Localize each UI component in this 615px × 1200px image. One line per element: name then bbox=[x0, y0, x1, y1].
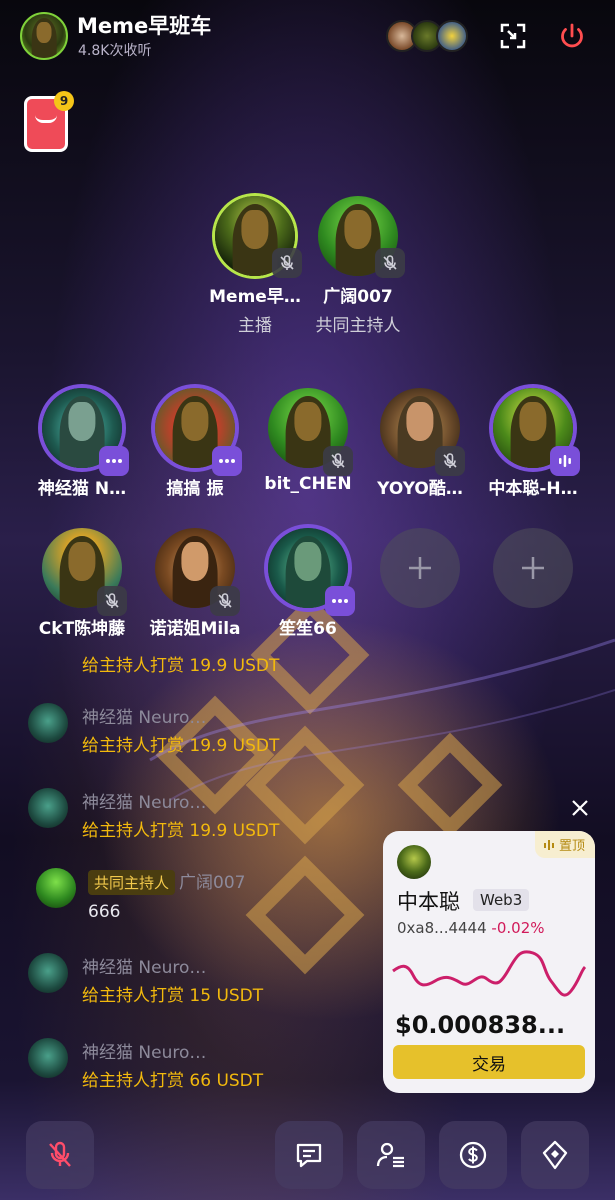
speaking-indicator-icon bbox=[550, 446, 580, 476]
user-list-icon bbox=[376, 1142, 404, 1168]
cohost-tag: 共同主持人 bbox=[88, 870, 176, 895]
avatar bbox=[28, 953, 68, 993]
close-card-button[interactable] bbox=[566, 794, 594, 822]
chat-sender: 神经猫 Neuro… bbox=[82, 793, 207, 813]
mic-off-icon bbox=[323, 446, 353, 476]
seat-name: 搞搞 振 bbox=[166, 479, 224, 499]
token-name: 中本聪 bbox=[397, 890, 460, 914]
chat-text: 给主持人打赏 19.9 USDT bbox=[82, 821, 280, 841]
minimize-button[interactable] bbox=[495, 18, 531, 54]
mic-off-icon bbox=[210, 586, 240, 616]
more-options-icon bbox=[212, 446, 242, 476]
chat-button[interactable] bbox=[275, 1121, 343, 1189]
chat-sender: 神经猫 Neuro… bbox=[82, 708, 207, 728]
token-price: $0.000838... bbox=[395, 1011, 566, 1039]
seat-name: 广阔007 bbox=[323, 287, 393, 307]
speaker-seat[interactable]: 笙笙66 bbox=[253, 528, 363, 639]
listen-count: 4.8K次收听 bbox=[78, 43, 152, 59]
room-avatar[interactable] bbox=[20, 12, 68, 60]
pinned-token-card[interactable]: 置顶 中本聪 Web3 0xa8...4444 -0.02% $0.000838… bbox=[383, 831, 595, 1093]
seat-name: bit_CHEN bbox=[264, 474, 352, 494]
seat-role: 共同主持人 bbox=[315, 316, 401, 336]
mic-off-icon bbox=[49, 1141, 71, 1167]
tip-button[interactable] bbox=[439, 1121, 507, 1189]
chat-sender: 神经猫 Neuro… bbox=[82, 958, 207, 978]
speaker-seat[interactable]: 神经猫 N… bbox=[27, 388, 137, 499]
speaker-seat[interactable]: CkT陈坤藤 bbox=[27, 528, 137, 639]
speaker-seat[interactable]: YOYO酷… bbox=[365, 388, 475, 499]
seat-name: YOYO酷… bbox=[377, 479, 463, 499]
close-icon bbox=[572, 800, 588, 816]
listener-avatars[interactable] bbox=[386, 20, 468, 52]
cube-icon bbox=[542, 1140, 568, 1170]
seat-name: 神经猫 N… bbox=[37, 479, 127, 499]
more-options-icon bbox=[325, 586, 355, 616]
web3-button[interactable] bbox=[521, 1121, 589, 1189]
chat-text: 给主持人打赏 66 USDT bbox=[82, 1071, 264, 1091]
mic-toggle-button[interactable] bbox=[26, 1121, 94, 1189]
price-change: -0.02% bbox=[491, 919, 545, 937]
speaker-seat[interactable]: bit_CHEN bbox=[253, 388, 363, 494]
mic-off-icon bbox=[97, 586, 127, 616]
chat-text: 给主持人打赏 19.9 USDT bbox=[82, 736, 280, 756]
empty-seat[interactable] bbox=[365, 528, 475, 608]
price-sparkline bbox=[392, 950, 587, 997]
seat-name: 中本聪-H… bbox=[488, 479, 578, 499]
seat-name: Meme早… bbox=[209, 287, 301, 307]
avatar bbox=[36, 868, 76, 908]
avatar bbox=[28, 788, 68, 828]
token-tag: Web3 bbox=[473, 889, 530, 911]
bars-icon bbox=[543, 840, 554, 850]
room-title: Meme早班车 bbox=[77, 14, 212, 38]
envelope-count-badge: 9 bbox=[54, 91, 74, 111]
envelope-icon bbox=[35, 115, 57, 123]
avatar bbox=[436, 20, 468, 52]
avatar bbox=[28, 703, 68, 743]
more-options-icon bbox=[99, 446, 129, 476]
mic-off-icon bbox=[435, 446, 465, 476]
chat-text: 666 bbox=[88, 902, 121, 922]
mic-off-icon bbox=[375, 248, 405, 278]
chat-text: 给主持人打赏 19.9 USDT bbox=[82, 656, 280, 676]
speaker-seat[interactable]: 诺诺姐Mila bbox=[140, 528, 250, 639]
trade-button[interactable]: 交易 bbox=[393, 1045, 585, 1079]
power-icon bbox=[561, 23, 583, 48]
token-avatar bbox=[397, 845, 431, 879]
cohost-seat[interactable]: 广阔007 共同主持人 bbox=[303, 196, 413, 336]
speaker-seat[interactable]: 中本聪-H… bbox=[478, 388, 588, 499]
host-seat[interactable]: Meme早… 主播 bbox=[200, 196, 310, 336]
mic-off-icon bbox=[272, 248, 302, 278]
chat-sender: 神经猫 Neuro… bbox=[82, 1043, 207, 1063]
chat-message: 给主持人打赏 19.9 USDT bbox=[28, 633, 358, 677]
speaker-seat[interactable]: 搞搞 振 bbox=[140, 388, 250, 499]
message-icon bbox=[296, 1143, 322, 1168]
leave-room-button[interactable] bbox=[554, 18, 590, 54]
pin-tag: 置顶 bbox=[534, 831, 595, 858]
participants-button[interactable] bbox=[357, 1121, 425, 1189]
add-icon bbox=[380, 528, 460, 608]
seat-role: 主播 bbox=[238, 316, 272, 336]
empty-seat[interactable] bbox=[478, 528, 588, 608]
avatar bbox=[28, 1038, 68, 1078]
add-icon bbox=[493, 528, 573, 608]
shrink-window-icon bbox=[500, 23, 526, 49]
chat-text: 给主持人打赏 15 USDT bbox=[82, 986, 264, 1006]
token-address: 0xa8...4444 -0.02% bbox=[397, 919, 545, 937]
chat-sender: 共同主持人 广阔007 bbox=[88, 868, 245, 895]
dollar-coin-icon bbox=[459, 1141, 487, 1169]
room-header: Meme早班车 4.8K次收听 bbox=[0, 0, 615, 72]
